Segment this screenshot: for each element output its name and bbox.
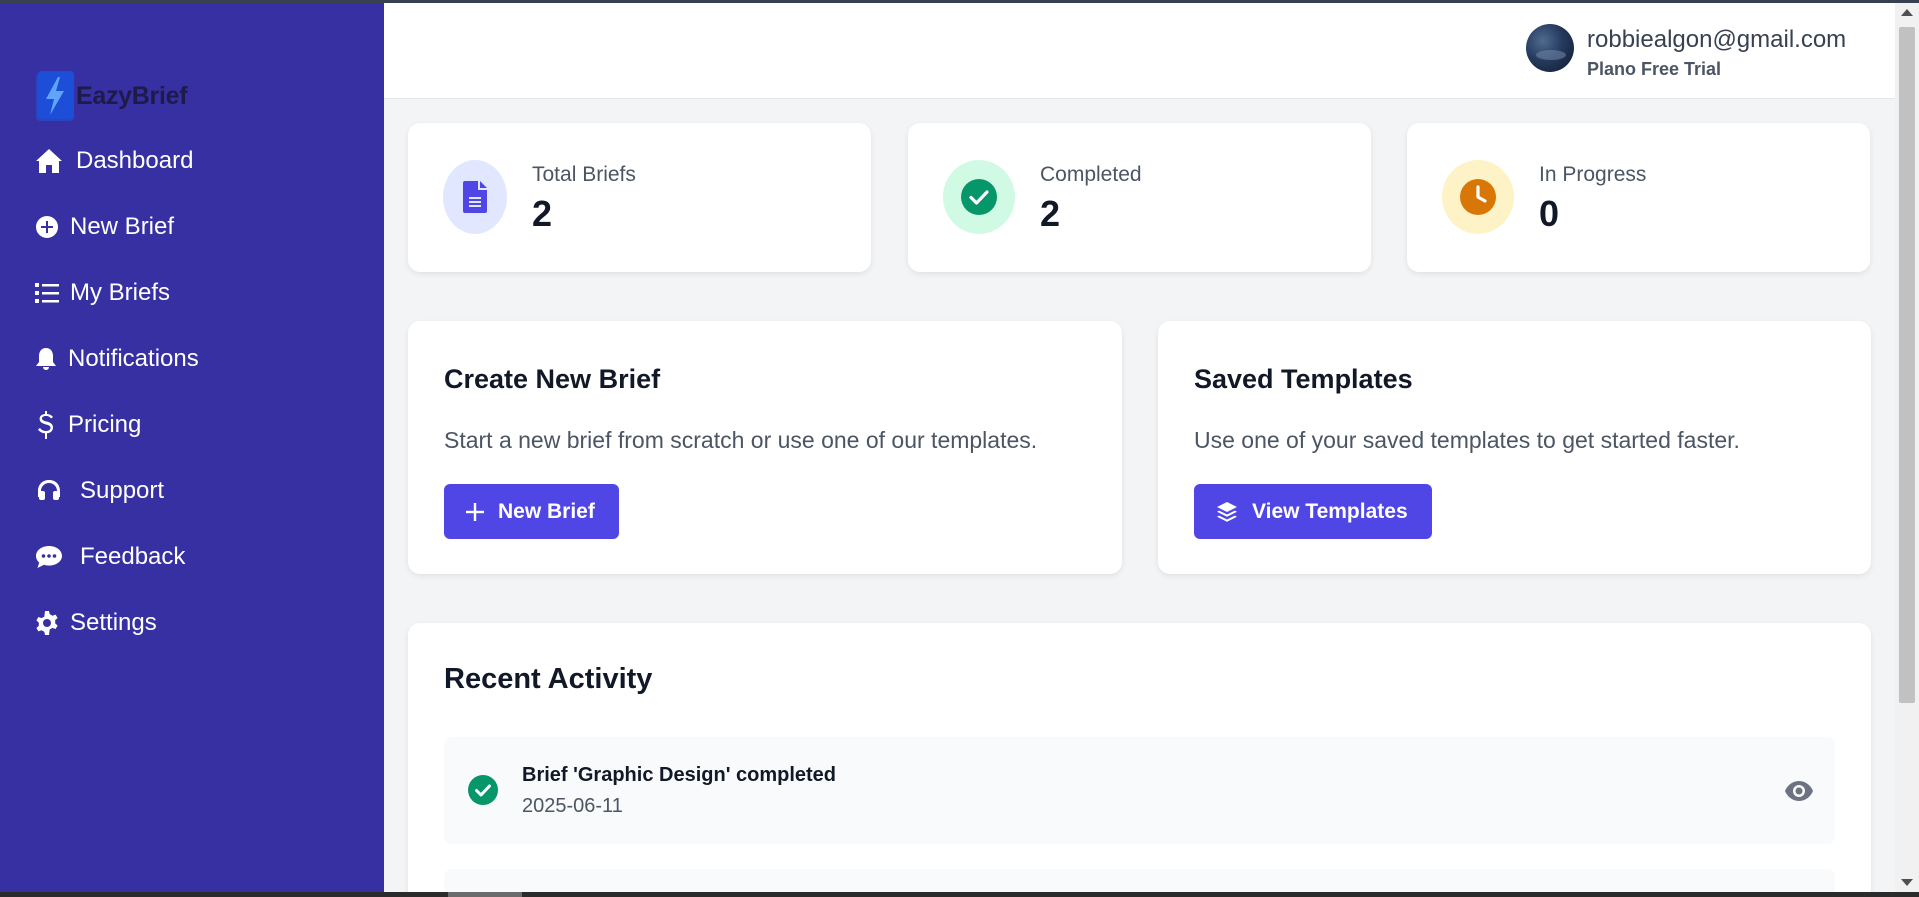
avatar[interactable] [1526, 24, 1574, 72]
horizontal-scroll-thumb[interactable] [448, 892, 522, 897]
comment-icon [34, 542, 64, 572]
stat-card-total-briefs: Total Briefs 2 [408, 123, 871, 272]
activity-date: 2025-06-11 [522, 795, 623, 817]
gear-icon [34, 608, 60, 638]
window-top-border [0, 0, 1919, 3]
document-icon [443, 160, 507, 234]
dollar-icon [34, 410, 58, 440]
card-title: Create New Brief [444, 364, 661, 394]
sidebar-item-label: Notifications [68, 345, 199, 372]
create-brief-card: Create New Brief Start a new brief from … [408, 321, 1122, 574]
sidebar-item-pricing[interactable]: Pricing [34, 407, 141, 443]
eye-icon[interactable] [1784, 778, 1814, 804]
recent-activity-title: Recent Activity [444, 663, 653, 695]
stat-label: In Progress [1539, 163, 1647, 186]
sidebar: EazyBrief Dashboard New Brief My Briefs … [0, 3, 384, 892]
sidebar-item-label: Dashboard [76, 147, 194, 174]
plus-circle-icon [34, 212, 60, 242]
new-brief-button[interactable]: New Brief [444, 484, 619, 539]
scrollbar[interactable] [1895, 3, 1919, 892]
recent-activity-card: Recent Activity Brief 'Graphic Design' c… [408, 623, 1871, 897]
scroll-down-icon[interactable] [1901, 879, 1913, 886]
stat-card-completed: Completed 2 [908, 123, 1371, 272]
brand-name: EazyBrief [76, 81, 188, 110]
card-description: Use one of your saved templates to get s… [1194, 427, 1740, 453]
plus-icon [466, 502, 484, 521]
list-icon [34, 278, 60, 308]
sidebar-item-support[interactable]: Support [34, 473, 164, 509]
sidebar-item-label: Settings [70, 609, 157, 636]
sidebar-item-label: Feedback [80, 543, 186, 570]
check-circle-icon [943, 160, 1015, 234]
user-email[interactable]: robbiealgon@gmail.com [1587, 26, 1846, 54]
brand-logo[interactable]: EazyBrief [34, 69, 188, 123]
sidebar-item-label: Pricing [68, 411, 142, 438]
card-title: Saved Templates [1194, 364, 1413, 394]
sidebar-item-feedback[interactable]: Feedback [34, 539, 185, 575]
stat-card-in-progress: In Progress 0 [1407, 123, 1870, 272]
card-description: Start a new brief from scratch or use on… [444, 427, 1038, 453]
saved-templates-card: Saved Templates Use one of your saved te… [1158, 321, 1871, 574]
clock-icon [1442, 160, 1514, 234]
scroll-up-icon[interactable] [1901, 9, 1913, 16]
sidebar-item-my-briefs[interactable]: My Briefs [34, 275, 170, 311]
sidebar-item-settings[interactable]: Settings [34, 605, 157, 641]
check-circle-icon [468, 775, 498, 805]
sidebar-item-dashboard[interactable]: Dashboard [34, 143, 193, 179]
button-label: View Templates [1252, 499, 1408, 523]
activity-text: Brief 'Graphic Design' completed [522, 764, 837, 786]
stat-value: 2 [1040, 193, 1061, 234]
sidebar-item-label: Support [80, 477, 165, 504]
sidebar-item-new-brief[interactable]: New Brief [34, 209, 174, 245]
stat-label: Completed [1040, 163, 1142, 186]
stat-label: Total Briefs [532, 163, 636, 186]
headset-icon [34, 476, 64, 506]
layers-icon [1217, 501, 1237, 522]
stat-value: 0 [1539, 193, 1560, 234]
lightning-document-icon [36, 71, 74, 121]
button-label: New Brief [498, 499, 595, 523]
window-bottom-bar [0, 892, 1919, 897]
stat-value: 2 [532, 193, 553, 234]
user-plan: Plano Free Trial [1587, 59, 1722, 79]
view-templates-button[interactable]: View Templates [1194, 484, 1432, 539]
sidebar-item-notifications[interactable]: Notifications [34, 341, 199, 377]
bell-icon [34, 344, 58, 374]
sidebar-item-label: New Brief [70, 213, 175, 240]
sidebar-item-label: My Briefs [70, 279, 171, 306]
home-icon [34, 146, 64, 176]
scrollbar-thumb[interactable] [1899, 27, 1915, 703]
list-item[interactable]: Brief 'Graphic Design' completed 2025-06… [444, 737, 1835, 844]
